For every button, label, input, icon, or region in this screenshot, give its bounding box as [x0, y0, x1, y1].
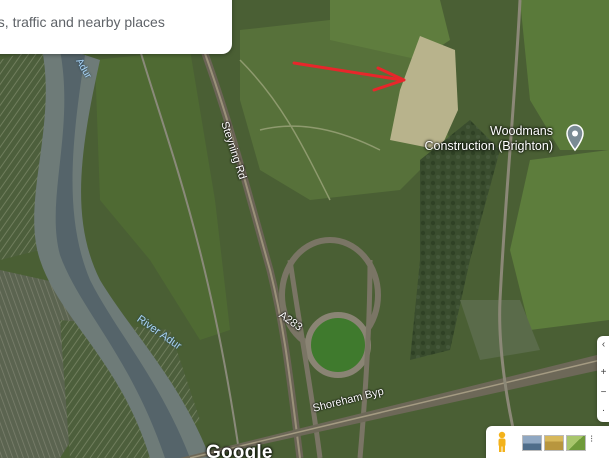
- street-view-layer-thumb[interactable]: [566, 435, 586, 451]
- poi-name: Woodmans Construction (Brighton): [424, 124, 553, 153]
- place-pin-icon[interactable]: [565, 124, 585, 152]
- satellite-map[interactable]: es, traffic and nearby places Steyning R…: [0, 0, 609, 458]
- search-hint-text: es, traffic and nearby places: [0, 14, 165, 30]
- more-dots-icon[interactable]: ⁝: [590, 434, 593, 445]
- plus-icon[interactable]: +: [598, 366, 609, 380]
- google-logo: Google: [206, 442, 273, 458]
- dot-icon[interactable]: ·: [598, 404, 609, 418]
- chevron-icon[interactable]: ‹: [598, 338, 609, 352]
- satellite-imagery[interactable]: [0, 0, 609, 458]
- side-zoom-controls: ‹ + − ·: [597, 336, 609, 422]
- poi-woodmans-construction[interactable]: Woodmans Construction (Brighton): [415, 124, 595, 158]
- roundabout: [305, 312, 371, 378]
- satellite-layer-thumb[interactable]: [522, 435, 542, 451]
- search-box[interactable]: es, traffic and nearby places: [0, 0, 232, 54]
- pegman-icon[interactable]: [494, 431, 510, 453]
- terrain-layer-thumb[interactable]: [544, 435, 564, 451]
- map-controls-bar: ⁝: [486, 426, 609, 458]
- minus-icon[interactable]: −: [598, 386, 609, 400]
